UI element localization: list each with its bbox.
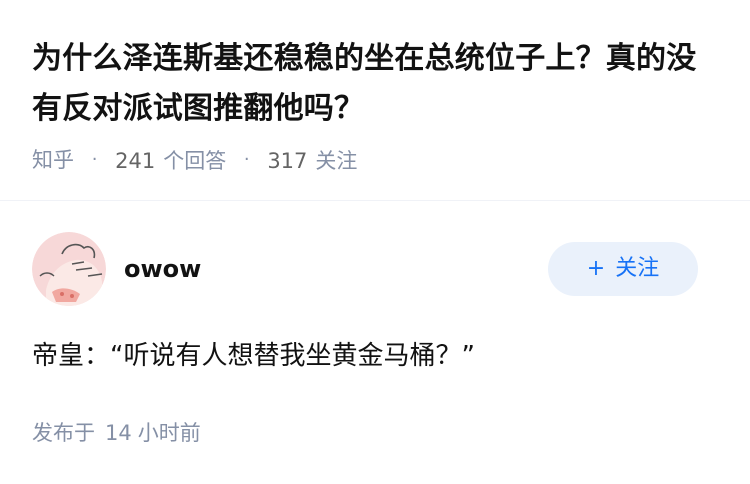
post-time: 发布于 14 小时前: [32, 418, 201, 448]
followers-label: 关注: [315, 148, 358, 173]
plus-icon: +: [586, 256, 606, 281]
author-name[interactable]: owow: [124, 254, 201, 284]
meta-separator: ·: [91, 149, 98, 170]
follow-button-label: 关注: [615, 256, 660, 281]
post-time-unit: 小时前: [137, 421, 201, 445]
answers-label: 个回答: [163, 148, 227, 173]
answers-count-link[interactable]: 241 个回答: [115, 145, 226, 176]
post-time-prefix: 发布于: [32, 421, 95, 445]
follow-button[interactable]: + 关注: [548, 242, 698, 296]
answer-content[interactable]: 帝皇：“听说有人想替我坐黄金马桶？”: [32, 336, 718, 376]
answer-card: owow + 关注 帝皇：“听说有人想替我坐黄金马桶？” 发布于 14 小时前: [32, 232, 718, 445]
question-title[interactable]: 为什么泽连斯基还稳稳的坐在总统位子上？真的没有反对派试图推翻他吗？: [32, 34, 722, 134]
followers-count: 317: [267, 148, 308, 173]
cartoon-avatar-icon[interactable]: [32, 232, 106, 306]
followers-count-link[interactable]: 317 关注: [267, 145, 357, 176]
question-header: 为什么泽连斯基还稳稳的坐在总统位子上？真的没有反对派试图推翻他吗？ 知乎 · 2…: [32, 34, 722, 176]
section-divider: [0, 200, 750, 201]
source-label[interactable]: 知乎: [32, 145, 74, 175]
answers-count: 241: [115, 148, 156, 173]
question-meta: 知乎 · 241 个回答 · 317 关注: [32, 144, 722, 176]
post-time-number: 14: [105, 421, 132, 445]
meta-separator: ·: [243, 149, 250, 170]
author-row: owow + 关注: [32, 232, 718, 308]
